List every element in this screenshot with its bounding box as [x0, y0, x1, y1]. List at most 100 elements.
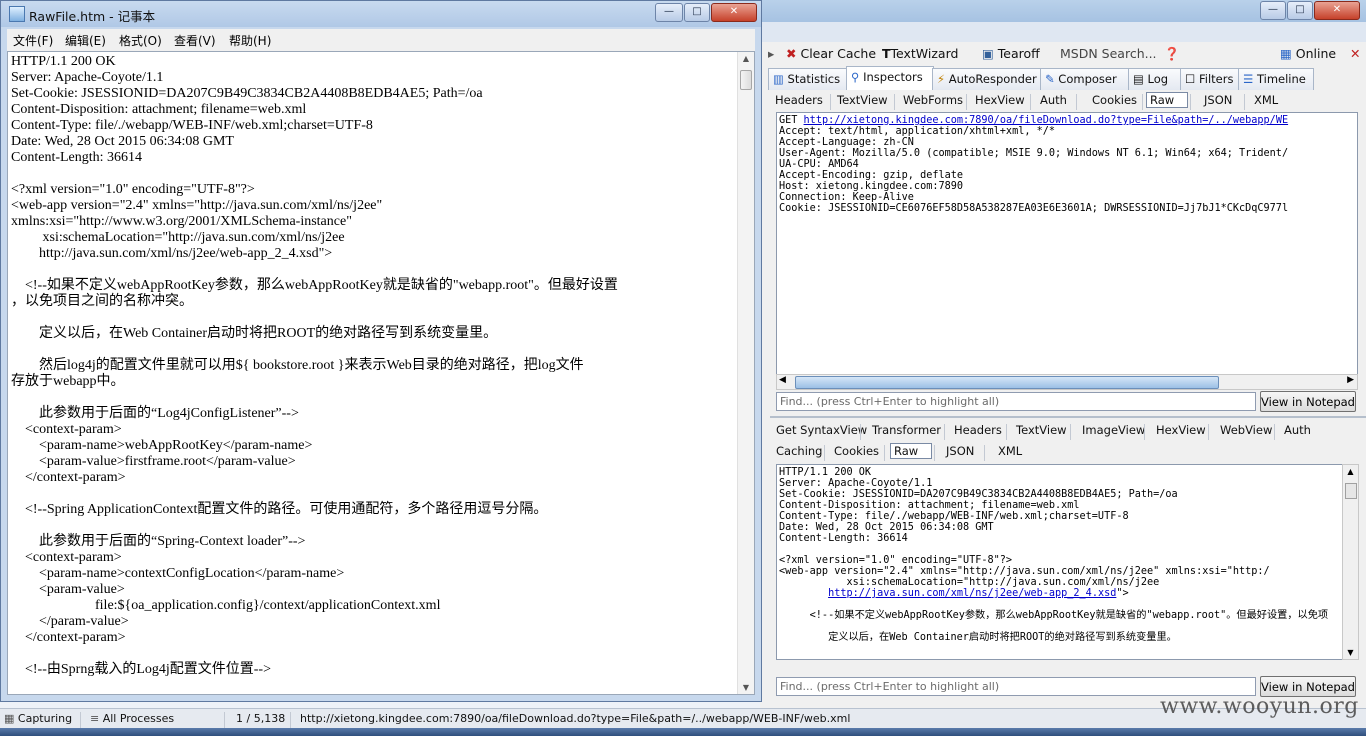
menu-help[interactable]: 帮助(H)	[229, 32, 271, 49]
response-line: xsi:schemaLocation="http://java.sun.com/…	[779, 577, 1159, 588]
req-tab-webforms[interactable]: WebForms	[903, 93, 963, 107]
line-text: <?xml version="1.0" encoding="UTF-8"?>	[779, 555, 1013, 566]
tab-inspectors-label: Inspectors	[863, 70, 923, 84]
tab-filters[interactable]: ☐ Filters	[1180, 68, 1242, 90]
line-text: GET	[779, 115, 804, 126]
request-find-input[interactable]: Find... (press Ctrl+Enter to highlight a…	[776, 392, 1256, 411]
fiddler-title-bar: — □ ✕	[760, 0, 1366, 22]
req-tab-json[interactable]: JSON	[1204, 93, 1232, 107]
res-tab-raw[interactable]: Raw	[890, 443, 932, 459]
watermark: www.wooyun.org	[1160, 694, 1359, 719]
res-tab-headers[interactable]: Headers	[954, 423, 1002, 437]
tab-autoresponder[interactable]: ⚡ AutoResponder	[932, 68, 1042, 90]
tab-composer[interactable]: ✎ Composer	[1040, 68, 1130, 90]
res-tab-hexview[interactable]: HexView	[1156, 423, 1206, 437]
tab-inspectors[interactable]: ⚲ Inspectors	[846, 66, 934, 90]
msdn-search-box[interactable]: MSDN Search...	[1060, 46, 1157, 61]
line-text: Content-Disposition: attachment; filenam…	[779, 500, 1080, 511]
notepad-close-button[interactable]: ✕	[711, 3, 757, 22]
notepad-line: Date: Wed, 28 Oct 2015 06:34:08 GMT	[11, 134, 234, 149]
req-tab-xml[interactable]: XML	[1254, 93, 1278, 107]
request-view-in-notepad-button[interactable]: View in Notepad	[1260, 391, 1356, 412]
response-raw-text[interactable]: HTTP/1.1 200 OK Server: Apache-Coyote/1.1…	[776, 464, 1344, 660]
process-filter[interactable]: ≡ All Processes	[90, 712, 174, 725]
online-indicator[interactable]: ▦ Online	[1280, 46, 1336, 61]
notepad-minimize-button[interactable]: —	[655, 3, 683, 22]
request-raw-text[interactable]: GET http://xietong.kingdee.com:7890/oa/f…	[776, 112, 1358, 376]
menu-edit[interactable]: 编辑(E)	[65, 32, 106, 49]
res-tab-xml[interactable]: XML	[998, 444, 1022, 458]
line-text: <!--如果不定义webAppRootKey参数，那么webAppRootKey…	[779, 610, 1329, 621]
req-tab-raw[interactable]: Raw	[1146, 92, 1188, 108]
response-line: Server: Apache-Coyote/1.1	[779, 478, 932, 489]
line-text: Accept-Language: zh-CN	[779, 137, 914, 148]
url-link[interactable]: http://java.sun.com/xml/ns/j2ee/web-app_…	[828, 588, 1116, 599]
fiddler-minimize-button[interactable]: —	[1260, 1, 1286, 20]
response-scroll-thumb[interactable]	[1345, 483, 1357, 499]
request-line: UA-CPU: AMD64	[779, 159, 859, 170]
line-text: 定义以后，在Web Container启动时将把ROOT的绝对路径写到系统变量里…	[779, 632, 1177, 643]
res-tab-auth[interactable]: Auth	[1284, 423, 1311, 437]
line-suffix: ">	[1116, 588, 1129, 599]
res-tab-json[interactable]: JSON	[946, 444, 974, 458]
notepad-scroll-thumb[interactable]	[740, 70, 752, 90]
composer-icon: ✎	[1045, 72, 1055, 86]
request-line: User-Agent: Mozilla/5.0 (compatible; MSI…	[779, 148, 1288, 159]
res-tab-webview[interactable]: WebView	[1220, 423, 1272, 437]
res-tab-caching[interactable]: Caching	[776, 444, 822, 458]
request-line: Host: xietong.kingdee.com:7890	[779, 181, 963, 192]
req-tab-hexview[interactable]: HexView	[975, 93, 1025, 107]
notepad-window: RawFile.htm - 记事本 — □ ✕ 文件(F) 编辑(E) 格式(O…	[0, 0, 762, 702]
request-scroll-thumb[interactable]	[795, 376, 1219, 389]
url-link[interactable]: http://xietong.kingdee.com:7890/oa/fileD…	[804, 115, 1289, 126]
notepad-line: 存放于webapp中。	[11, 374, 125, 389]
res-tab-get-syntaxview[interactable]: Get SyntaxView	[776, 423, 867, 437]
tab-statistics[interactable]: ▥ Statistics	[768, 68, 848, 90]
pane-splitter[interactable]	[770, 416, 1366, 418]
scroll-down-icon[interactable]: ▼	[1343, 648, 1358, 657]
tab-log[interactable]: ▤ Log	[1128, 68, 1184, 90]
res-tab-imageview[interactable]: ImageView	[1082, 423, 1145, 437]
textwizard-button[interactable]: TTextWizard	[882, 46, 958, 61]
scroll-right-icon[interactable]: ▶	[1347, 375, 1354, 385]
req-tab-auth[interactable]: Auth	[1040, 93, 1067, 107]
req-tab-cookies[interactable]: Cookies	[1092, 93, 1137, 107]
notepad-scroll-up-icon[interactable]: ▲	[738, 54, 754, 63]
tab-composer-label: Composer	[1058, 72, 1117, 86]
notepad-vertical-scrollbar[interactable]: ▲ ▼	[737, 52, 754, 694]
statistics-icon: ▥	[773, 72, 784, 86]
scroll-left-icon[interactable]: ◀	[779, 375, 786, 385]
online-icon: ▦	[1280, 46, 1292, 61]
res-tab-transformer[interactable]: Transformer	[872, 423, 941, 437]
tab-timeline[interactable]: ☰ Timeline	[1238, 68, 1314, 90]
toolbar-overflow-icon[interactable]: ▸	[768, 46, 774, 61]
notepad-line: HTTP/1.1 200 OK	[11, 54, 116, 69]
fiddler-menu-strip	[760, 22, 1366, 42]
menu-file[interactable]: 文件(F)	[13, 32, 53, 49]
response-vertical-scrollbar[interactable]: ▲ ▼	[1342, 464, 1359, 660]
notepad-line: <!--由Sprng载入的Log4j配置文件位置-->	[11, 662, 271, 677]
scroll-up-icon[interactable]: ▲	[1343, 467, 1358, 476]
notepad-text-area[interactable]: HTTP/1.1 200 OK Server: Apache-Coyote/1.1…	[7, 51, 755, 695]
help-icon[interactable]: ❓	[1164, 46, 1180, 62]
fiddler-close-button[interactable]: ✕	[1314, 1, 1360, 20]
req-tab-textview[interactable]: TextView	[837, 93, 888, 107]
tearoff-button[interactable]: ▣ Tearoff	[982, 46, 1040, 61]
menu-view[interactable]: 查看(V)	[174, 32, 216, 49]
process-filter-icon: ≡	[90, 712, 100, 725]
close-toolbar-icon[interactable]: ✕	[1350, 46, 1360, 61]
notepad-scroll-down-icon[interactable]: ▼	[738, 683, 754, 692]
req-tab-headers[interactable]: Headers	[775, 93, 823, 107]
menu-format[interactable]: 格式(O)	[119, 32, 162, 49]
fiddler-maximize-button[interactable]: □	[1287, 1, 1313, 20]
notepad-line: 然后log4j的配置文件里就可以用${ bookstore.root }来表示W…	[11, 358, 584, 373]
notepad-maximize-button[interactable]: □	[684, 3, 710, 22]
notepad-line: <context-param>	[11, 550, 122, 565]
capturing-indicator[interactable]: ▦ Capturing	[4, 712, 72, 725]
request-horizontal-scrollbar[interactable]: ◀ ▶	[776, 374, 1358, 390]
res-tab-cookies[interactable]: Cookies	[834, 444, 879, 458]
tab-filters-label: Filters	[1198, 72, 1234, 86]
tab-timeline-label: Timeline	[1256, 72, 1306, 86]
clear-cache-button[interactable]: ✖ Clear Cache	[786, 46, 876, 61]
res-tab-textview[interactable]: TextView	[1016, 423, 1067, 437]
